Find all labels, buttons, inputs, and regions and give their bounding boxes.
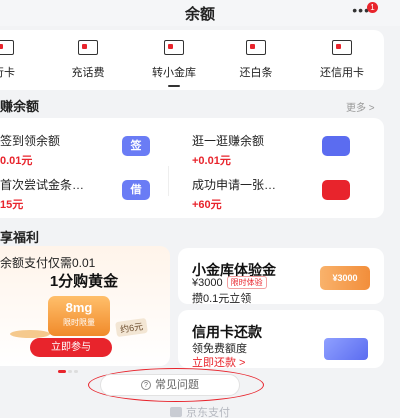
earn-item-title: 成功申请一张… [192,178,277,192]
cards-icon [324,338,368,360]
earn-item-jintiao[interactable]: 首次尝试金条… 15元 [0,176,84,212]
vault-ticket-icon: ¥3000 [320,266,370,290]
borrow-tile-icon: 借 [122,180,150,200]
transfer-icon [164,40,184,55]
credit-repay-title: 信用卡还款 [192,324,262,340]
earn-item-title: 逛一逛赚余额 [192,134,265,148]
earn-item-value: +0.01元 [192,155,231,167]
active-indicator [168,85,180,87]
coins-decoration [10,330,50,338]
credit-card-tile-icon [322,180,350,200]
earn-more-link[interactable]: 更多 > [346,99,375,114]
promo-line-2: 1分购黄金 [49,273,119,290]
gold-sub: 限时限量 [63,318,95,327]
quick-action-baitiao[interactable]: 还白条 [216,40,296,80]
vault-sub: 攒0.1元立领 [192,293,252,305]
quick-action-credit-card[interactable]: 还信用卡 [302,40,382,80]
vault-trial-card[interactable]: 小金库体验金 ¥3000 限时体验 攒0.1元立领 ¥3000 [178,248,384,305]
bank-card-icon [0,40,14,55]
gold-promo-card[interactable]: 余额支付仅需0.01 1分购黄金 8mg 限时限量 约6元 立即参与 [0,246,170,373]
quick-action-label: 行卡 [0,67,15,79]
divider [168,166,169,196]
checkin-tile-icon: 签 [122,136,150,156]
earn-item-value: 0.01元 [0,155,33,167]
earn-item-checkin[interactable]: 签到领余额 0.01元 [0,132,60,168]
earn-item-value: 15元 [0,199,24,211]
price-tag: 约6元 [115,317,148,338]
footer-brand-text: 京东支付 [186,407,230,418]
carousel-dots [58,360,80,378]
credit-card-icon [332,40,352,55]
question-icon: ? [141,380,151,390]
earn-item-browse[interactable]: 逛一逛赚余额 +0.01元 [192,132,264,168]
quick-action-label: 转小金库 [152,67,196,79]
earn-section-title: 赚余额 [0,99,40,114]
repay-now-link[interactable]: 立即还款 > [192,354,245,370]
earn-item-credit-card-apply[interactable]: 成功申请一张… +60元 [192,176,276,212]
join-now-button[interactable]: 立即参与 [30,338,112,357]
quick-action-phone-recharge[interactable]: 充话费 [48,40,128,80]
faq-button[interactable]: ? 常见问题 [100,374,240,396]
gold-weight: 8mg [65,300,93,315]
earn-item-value: +60元 [192,199,222,211]
promo-line-1: 余额支付仅需0.01 [0,256,96,270]
quick-actions-bar: 行卡 充话费 转小金库 还白条 还信用卡 [0,30,384,90]
top-bar: 余额 ••• 1 [0,0,400,26]
credit-repay-card[interactable]: 信用卡还款 领免费额度 立即还款 > [178,310,384,370]
vault-amount: ¥3000 [192,277,223,289]
earn-item-title: 首次尝试金条… [0,178,85,192]
quick-action-bank-card[interactable]: 行卡 [0,40,44,80]
shopping-bag-icon [322,136,350,156]
limited-pill: 限时体验 [226,276,267,289]
quick-action-label: 充话费 [71,67,105,79]
jd-pay-logo-icon [170,407,182,417]
quick-action-label: 还信用卡 [320,67,364,79]
page-title: 余额 [184,6,215,23]
phone-recharge-icon [78,40,98,55]
benefits-section-title: 享福利 [0,230,40,245]
quick-action-transfer-vault[interactable]: 转小金库 [134,40,214,87]
earn-card: 签到领余额 0.01元 签 逛一逛赚余额 +0.01元 首次尝试金条… 15元 … [0,118,384,218]
gold-bar-icon: 8mg 限时限量 [48,296,110,336]
quick-action-label: 还白条 [239,67,273,79]
footer-brand: 京东支付 [0,404,400,418]
earn-item-title: 签到领余额 [0,134,61,148]
notification-badge: 1 [367,2,378,13]
baitiao-icon [246,40,266,55]
vault-amount-row: ¥3000 限时体验 [192,276,267,289]
faq-label: 常见问题 [155,379,199,391]
